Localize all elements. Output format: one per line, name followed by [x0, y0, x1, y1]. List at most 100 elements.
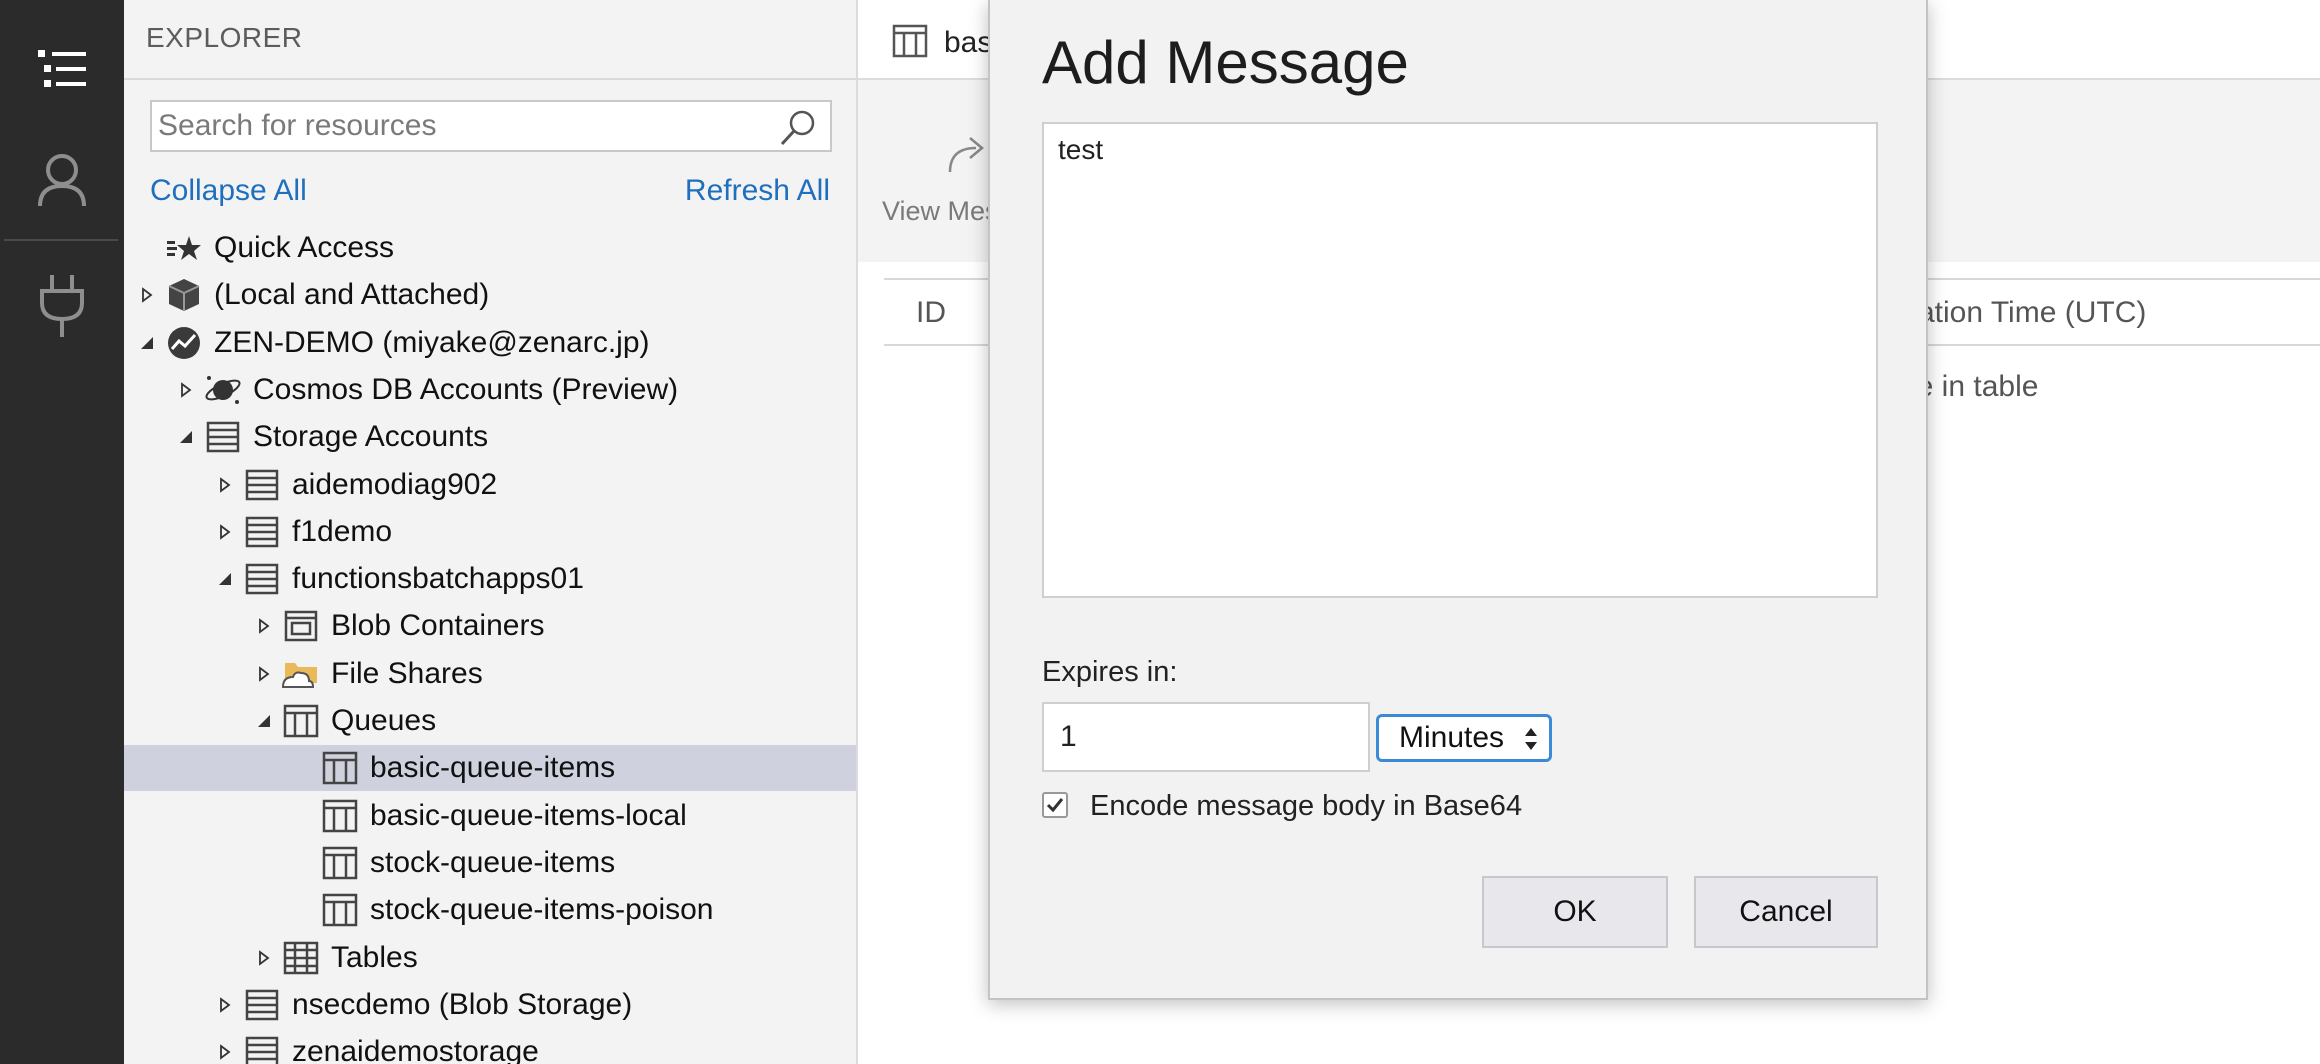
chevron-collapsed-icon[interactable]: [212, 462, 238, 508]
tree-item[interactable]: Storage Accounts: [124, 414, 856, 460]
cube-icon: [164, 275, 204, 315]
tree-item[interactable]: stock-queue-items-poison: [124, 887, 856, 933]
tree-item-label: stock-queue-items: [370, 846, 616, 879]
storage-icon: [203, 417, 243, 457]
chevron-collapsed-icon[interactable]: [212, 509, 238, 555]
chevron-expanded-icon[interactable]: [134, 320, 160, 366]
ok-button[interactable]: OK: [1482, 876, 1668, 948]
encode-base64-checkbox[interactable]: [1042, 792, 1068, 818]
column-expiration-time[interactable]: ration Time (UTC): [1908, 296, 2146, 330]
tree-item-label: Storage Accounts: [253, 420, 489, 453]
table-icon: [281, 938, 321, 978]
chevron-collapsed-icon[interactable]: [173, 367, 199, 413]
tree-item-label: basic-queue-items: [370, 751, 616, 784]
cancel-button[interactable]: Cancel: [1694, 876, 1878, 948]
chevron-expanded-icon[interactable]: [173, 414, 199, 460]
chevron-expanded-icon[interactable]: [212, 556, 238, 602]
tree-item[interactable]: File Shares: [124, 651, 856, 697]
column-id[interactable]: ID: [916, 296, 946, 330]
tree-item[interactable]: aidemodiag902: [124, 462, 856, 508]
tree-item-label: Queues: [331, 704, 437, 737]
expires-label: Expires in:: [1042, 656, 1178, 688]
tree-item[interactable]: stock-queue-items: [124, 840, 856, 886]
chevron-expanded-icon[interactable]: [251, 698, 277, 744]
tree-item[interactable]: Cosmos DB Accounts (Preview): [124, 367, 856, 413]
tree-item-label: File Shares: [331, 657, 483, 690]
expires-input[interactable]: [1042, 702, 1370, 772]
divider: [124, 78, 858, 80]
tree-item[interactable]: nsecdemo (Blob Storage): [124, 982, 856, 1028]
queue-icon: [320, 890, 360, 930]
chevron-collapsed-icon[interactable]: [251, 651, 277, 697]
dialog-title: Add Message: [1042, 29, 1409, 96]
queue-icon: [892, 24, 928, 63]
account-icon[interactable]: [0, 118, 124, 242]
tree-item[interactable]: ZEN-DEMO (miyake@zenarc.jp): [124, 320, 856, 366]
cosmos-icon: [203, 370, 243, 410]
select-arrows-icon: [1521, 725, 1541, 753]
activity-separator: [4, 239, 118, 241]
checkmark-icon: [1046, 798, 1064, 813]
subscription-icon: [164, 323, 204, 363]
tab-title[interactable]: bas: [944, 26, 992, 60]
storage-icon: [242, 465, 282, 505]
activity-bar: [0, 0, 124, 1064]
chevron-collapsed-icon[interactable]: [251, 603, 277, 649]
tree-item[interactable]: Tables: [124, 935, 856, 981]
tree-item-label: Tables: [331, 941, 418, 974]
collapse-all-link[interactable]: Collapse All: [150, 174, 307, 208]
file-share-icon: [281, 654, 321, 694]
tree-item[interactable]: basic-queue-items-local: [124, 793, 856, 839]
expires-unit-value: Minutes: [1399, 721, 1505, 754]
queue-icon: [320, 843, 360, 883]
tree-item-label: f1demo: [292, 515, 393, 548]
chevron-collapsed-icon[interactable]: [251, 935, 277, 981]
tree-item-label: ZEN-DEMO (miyake@zenarc.jp): [214, 326, 650, 359]
tree-item-label: Quick Access: [214, 231, 395, 264]
storage-icon: [242, 985, 282, 1025]
view-message-icon[interactable]: [942, 132, 992, 181]
message-textarea[interactable]: test: [1042, 122, 1878, 598]
blob-icon: [281, 606, 321, 646]
explorer-list-icon[interactable]: [0, 6, 124, 130]
chevron-collapsed-icon[interactable]: [212, 1029, 238, 1064]
encode-base64-label[interactable]: Encode message body in Base64: [1090, 790, 1522, 823]
tree-item[interactable]: Blob Containers: [124, 603, 856, 649]
storage-icon: [242, 512, 282, 552]
chevron-collapsed-icon[interactable]: [212, 982, 238, 1028]
tree-item[interactable]: Quick Access: [124, 225, 856, 271]
queue-icon: [281, 701, 321, 741]
tree-item-label: basic-queue-items-local: [370, 799, 687, 832]
search-box[interactable]: [150, 100, 832, 152]
queue-icon: [320, 748, 360, 788]
tree-item-label: zenaidemostorage: [292, 1035, 539, 1064]
tree-item-label: (Local and Attached): [214, 278, 490, 311]
search-input[interactable]: [158, 108, 758, 144]
storage-icon: [242, 559, 282, 599]
plug-icon[interactable]: [0, 244, 124, 368]
expires-unit-select[interactable]: Minutes: [1376, 714, 1552, 762]
tree-item[interactable]: f1demo: [124, 509, 856, 555]
chevron-collapsed-icon[interactable]: [134, 272, 160, 318]
tree-item[interactable]: (Local and Attached): [124, 272, 856, 318]
tree-item-label: aidemodiag902: [292, 468, 498, 501]
tree-item[interactable]: Queues: [124, 698, 856, 744]
tree-item-label: Cosmos DB Accounts (Preview): [253, 373, 679, 406]
empty-table-message: le in table: [1910, 370, 2039, 403]
tree-item[interactable]: basic-queue-items: [124, 745, 856, 791]
search-icon[interactable]: [778, 108, 818, 148]
explorer-title: EXPLORER: [146, 22, 303, 53]
tree-item-label: functionsbatchapps01: [292, 562, 584, 595]
refresh-all-link[interactable]: Refresh All: [685, 174, 830, 208]
add-message-dialog: Add Message test Expires in: Minutes Enc…: [988, 0, 1928, 1000]
tree-item[interactable]: zenaidemostorage: [124, 1029, 856, 1064]
storage-icon: [242, 1032, 282, 1064]
quick-access-icon: [164, 228, 204, 268]
tree-item-label: stock-queue-items-poison: [370, 893, 714, 926]
view-message-button[interactable]: View Mes: [882, 196, 999, 227]
queue-icon: [320, 796, 360, 836]
tree-item-label: nsecdemo (Blob Storage): [292, 988, 633, 1021]
tree-item-label: Blob Containers: [331, 609, 545, 642]
tree-item[interactable]: functionsbatchapps01: [124, 556, 856, 602]
explorer-panel: EXPLORER Collapse All Refresh All Quick …: [124, 0, 858, 1064]
